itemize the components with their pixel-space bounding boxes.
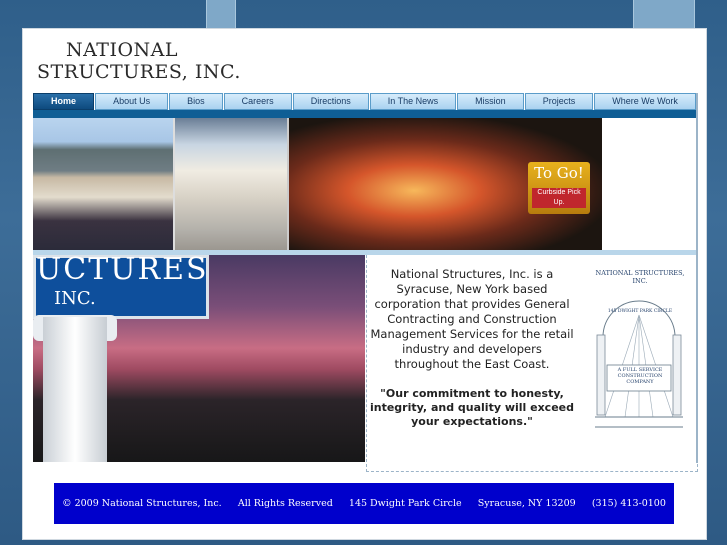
nav-where-we-work[interactable]: Where We Work [594,93,696,110]
panel-right-edge [696,93,698,463]
nav-in-the-news[interactable]: In The News [369,93,457,110]
nav-directions[interactable]: Directions [292,93,369,110]
company-seal-icon [595,300,683,428]
nav-about-us[interactable]: About Us [95,93,169,110]
photo-retail-plaza [33,118,173,250]
nav-careers[interactable]: Careers [223,93,292,110]
site-footer: © 2009 National Structures, Inc. All Rig… [54,483,674,524]
main-nav: Home About Us Bios Careers Directions In… [33,93,696,110]
nav-bios[interactable]: Bios [169,93,223,110]
nav-home[interactable]: Home [33,93,95,110]
white-column [43,317,107,462]
intro-panel: National Structures, Inc. is a Syracuse,… [366,255,698,472]
project-photo-strip: To Go! Curbside Pick Up. [33,118,602,250]
footer-phone[interactable]: (315) 413-0100 [592,498,666,509]
photo-restaurant-night: To Go! Curbside Pick Up. [287,118,602,250]
company-motto: "Our commitment to honesty, integrity, a… [369,387,575,428]
nav-underline-bar [33,110,696,118]
company-sign: UCTURES INC. [33,255,209,319]
sign-text-main: UCTURES [36,255,209,287]
to-go-sign-text: To Go! [534,164,584,182]
footer-rights: All Rights Reserved [237,498,333,509]
curbside-sign-text: Curbside Pick Up. [532,188,586,208]
logo-line1: NATIONAL [65,39,179,61]
logo-line2: STRUCTURES, INC. [37,61,241,83]
page-container: NATIONAL STRUCTURES, INC. Home About Us … [22,28,707,540]
photo-sunset-sign: UCTURES INC. [33,255,365,462]
footer-city: Syracuse, NY 13209 [477,498,576,509]
seal-address-text: 145 DWIGHT PARK CIRCLE [607,309,673,314]
nav-projects[interactable]: Projects [524,93,594,110]
sign-text-inc: INC. [54,288,96,309]
seal-bottom-text: A FULL SERVICE CONSTRUCTION COMPANY [617,367,663,385]
company-logo[interactable]: NATIONAL STRUCTURES, INC. [37,39,247,83]
footer-street: 145 Dwight Park Circle [348,498,462,509]
photo-storefront-canopy [173,118,287,250]
company-description: National Structures, Inc. is a Syracuse,… [370,267,574,371]
seal-top-text: NATIONAL STRUCTURES, INC. [595,269,685,285]
nav-mission[interactable]: Mission [457,93,524,110]
to-go-sign: To Go! Curbside Pick Up. [528,162,590,214]
footer-copyright: © 2009 National Structures, Inc. [62,498,222,509]
